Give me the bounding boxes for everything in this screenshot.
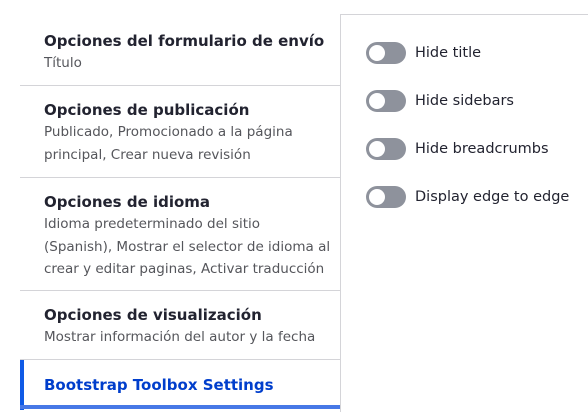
toggle-label: Hide title (415, 45, 482, 61)
toggle-label: Hide sidebars (415, 93, 514, 109)
tab-title: Bootstrap Toolbox Settings (44, 376, 274, 394)
hide-sidebars-toggle[interactable]: Hide sidebars (366, 88, 514, 114)
toggle-switch[interactable] (366, 138, 406, 160)
toggle-knob (369, 45, 385, 61)
tab-title: Opciones del formulario de envío (44, 32, 325, 50)
toggle-switch[interactable] (366, 186, 406, 208)
tab-submission-form-settings[interactable]: Opciones del formulario de envío Título (20, 0, 341, 86)
active-tab-underline (20, 405, 341, 409)
toggle-switch[interactable] (366, 90, 406, 112)
tab-title: Opciones de idioma (44, 193, 211, 211)
hide-breadcrumbs-toggle[interactable]: Hide breadcrumbs (366, 136, 549, 162)
tab-summary: Idioma predeterminado del sitio (Spanish… (44, 216, 331, 277)
toggle-label: Hide breadcrumbs (415, 141, 549, 157)
tab-summary: Mostrar información del autor y la fecha (44, 329, 316, 345)
toggle-knob (369, 93, 385, 109)
tab-title: Opciones de publicación (44, 101, 250, 119)
toggle-label: Display edge to edge (415, 189, 570, 205)
toggle-knob (369, 189, 385, 205)
tab-summary: Título (44, 55, 82, 71)
tab-display-settings[interactable]: Opciones de visualización Mostrar inform… (20, 291, 341, 360)
hide-title-toggle[interactable]: Hide title (366, 40, 481, 66)
tab-bootstrap-toolbox-settings[interactable]: Bootstrap Toolbox Settings (20, 360, 341, 410)
vertical-tabs-menu: Opciones del formulario de envío Título … (20, 0, 341, 412)
tab-summary: Publicado, Promocionado a la página prin… (44, 124, 293, 163)
toggle-switch[interactable] (366, 42, 406, 64)
tab-title: Opciones de visualización (44, 306, 262, 324)
active-tab-indicator (20, 360, 24, 410)
toggle-knob (369, 141, 385, 157)
settings-panel: Hide title Hide sidebars Hide breadcrumb… (340, 14, 588, 412)
display-edge-to-edge-toggle[interactable]: Display edge to edge (366, 184, 569, 210)
tab-language-settings[interactable]: Opciones de idioma Idioma predeterminado… (20, 178, 341, 291)
tab-publishing-options[interactable]: Opciones de publicación Publicado, Promo… (20, 86, 341, 178)
